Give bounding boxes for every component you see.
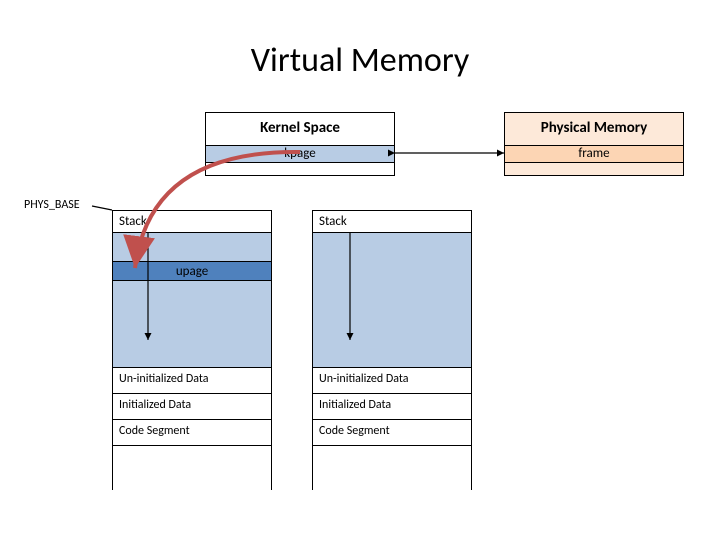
phys-base-label: PHYS_BASE [24,198,80,212]
bottom-gap-1 [113,445,271,491]
uninit-data-2: Un-initialized Data [313,367,471,393]
stack-header-1: Stack [113,211,271,233]
process-column-2: Stack Un-initialized Data Initialized Da… [312,210,472,490]
bottom-gap-2 [313,445,471,491]
stack-header-2: Stack [313,211,471,233]
physical-memory-box: Physical Memory frame [504,112,684,176]
init-data-2: Initialized Data [313,393,471,419]
init-data-1: Initialized Data [113,393,271,419]
kernel-space-label: Kernel Space [206,113,394,137]
process-column-1: Stack upage Un-initialized Data Initiali… [112,210,272,490]
kernel-space-box: Kernel Space kpage [205,112,395,176]
page-title: Virtual Memory [0,40,720,81]
kpage-row: kpage [206,145,394,163]
code-segment-1: Code Segment [113,419,271,445]
upage-row: upage [113,261,271,281]
code-segment-2: Code Segment [313,419,471,445]
frame-row: frame [505,145,683,163]
uninit-data-1: Un-initialized Data [113,367,271,393]
physical-memory-label: Physical Memory [505,113,683,137]
